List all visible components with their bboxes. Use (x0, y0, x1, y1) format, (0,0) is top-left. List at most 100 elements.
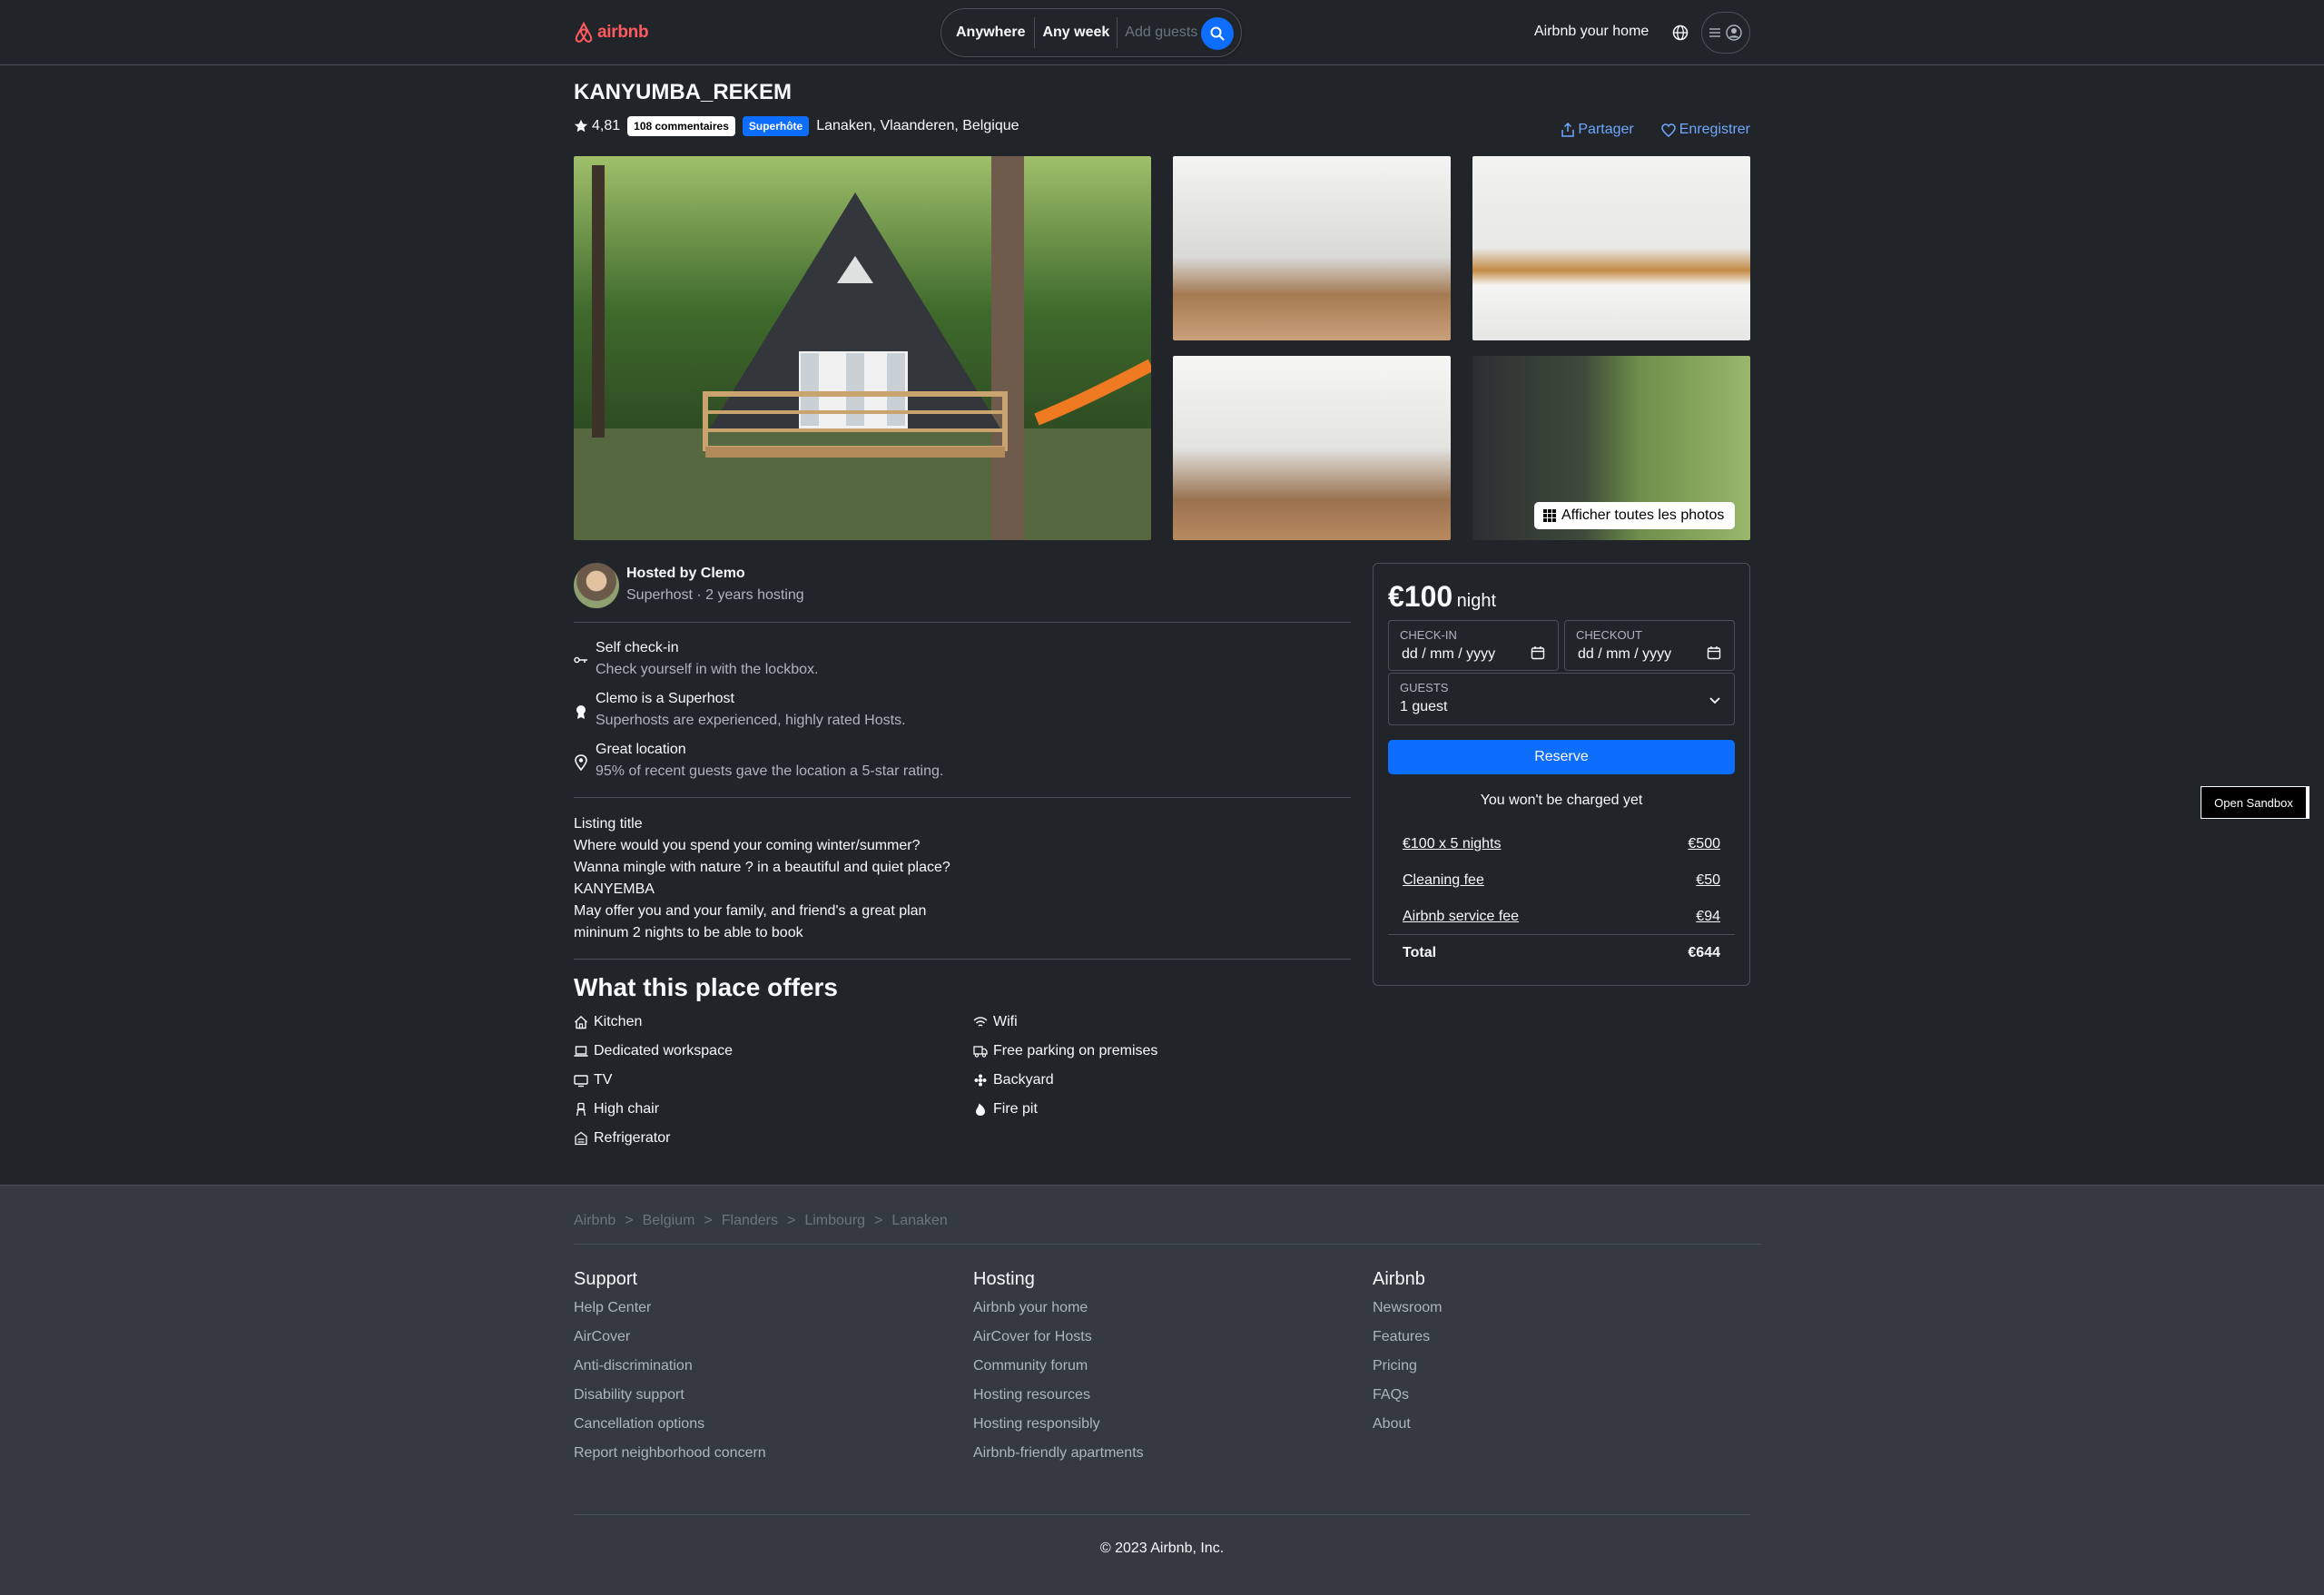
divider (574, 1514, 1750, 1515)
search-any-week[interactable]: Any week (1035, 17, 1117, 48)
amenity-fire-pit: Fire pit (973, 1101, 1038, 1117)
search-anywhere[interactable]: Anywhere (956, 17, 1034, 48)
footer-link[interactable]: Hosting resources (973, 1387, 1090, 1403)
dining-room-photo[interactable] (1173, 356, 1451, 540)
save-label: Enregistrer (1679, 122, 1750, 137)
show-all-photos-button[interactable]: Afficher toutes les photos (1534, 502, 1736, 529)
share-button[interactable]: Partager (1561, 122, 1634, 138)
grid-icon (1543, 509, 1556, 522)
description-line: May offer you and your family, and frien… (574, 903, 927, 919)
checkout-field[interactable]: CHECKOUT dd / mm / yyyy (1564, 620, 1735, 671)
footer-link[interactable]: Pricing (1373, 1358, 1417, 1374)
listing-actions: Partager Enregistrer (1561, 122, 1750, 138)
footer-link[interactable]: Hosting responsibly (973, 1416, 1100, 1433)
calendar-icon[interactable] (1707, 645, 1721, 660)
footer-link[interactable]: Features (1373, 1329, 1430, 1345)
globe-icon[interactable] (1672, 25, 1689, 41)
save-button[interactable]: Enregistrer (1660, 122, 1750, 138)
amenity-parking: Free parking on premises (973, 1043, 1157, 1059)
host-avatar[interactable] (574, 563, 619, 608)
breadcrumb-separator: > (704, 1213, 713, 1228)
listing-meta: 4,81 108 commentaires Superhôte Lanaken,… (574, 116, 1019, 136)
footer-link[interactable]: Airbnb-friendly apartments (973, 1445, 1144, 1462)
footer-link[interactable]: AirCover (574, 1329, 630, 1345)
search-add-guests[interactable]: Add guests (1118, 17, 1205, 48)
living-room-photo[interactable] (1173, 156, 1451, 340)
main-photo[interactable] (574, 156, 1151, 540)
description-line: mininum 2 nights to be able to book (574, 925, 803, 940)
logo-text: airbnb (597, 23, 649, 42)
open-sandbox-button[interactable]: Open Sandbox (2201, 786, 2309, 819)
checkin-field[interactable]: CHECK-IN dd / mm / yyyy (1388, 620, 1559, 671)
breadcrumb-separator: > (625, 1213, 634, 1228)
rating: 4,81 (574, 118, 620, 134)
checkin-input[interactable]: dd / mm / yyyy (1402, 646, 1495, 663)
amenity-refrigerator: Refrigerator (574, 1130, 670, 1147)
search-bar[interactable]: Anywhere Any week Add guests (940, 8, 1242, 57)
rating-value: 4,81 (592, 118, 621, 133)
user-menu-button[interactable] (1701, 12, 1750, 54)
airbnb-your-home-link[interactable]: Airbnb your home (1534, 24, 1649, 40)
highlight-subtitle: Check yourself in with the lockbox. (596, 662, 819, 677)
line-label[interactable]: €100 x 5 nights (1403, 836, 1502, 852)
amenity-label: High chair (594, 1101, 660, 1117)
breadcrumb-item[interactable]: Lanaken (891, 1213, 947, 1229)
amenity-label: Free parking on premises (993, 1043, 1158, 1058)
breadcrumb-item[interactable]: Flanders (722, 1213, 778, 1229)
price-line-cleaning: Cleaning fee €50 (1403, 872, 1720, 889)
amenity-tv: TV (574, 1072, 612, 1088)
footer-link[interactable]: About (1373, 1416, 1411, 1433)
calendar-icon[interactable] (1531, 645, 1545, 660)
description-line: Where would you spend your coming winter… (574, 838, 921, 853)
amenity-label: Wifi (993, 1014, 1018, 1029)
footer-link[interactable]: Anti-discrimination (574, 1358, 693, 1374)
footer-link[interactable]: Airbnb your home (973, 1300, 1088, 1316)
breadcrumb-item[interactable]: Airbnb (574, 1213, 615, 1229)
description-line: KANYEMBA (574, 881, 655, 897)
footer-link[interactable]: FAQs (1373, 1387, 1409, 1403)
footer-link[interactable]: Disability support (574, 1387, 684, 1403)
line-label[interactable]: Cleaning fee (1403, 872, 1484, 889)
footer-link[interactable]: Report neighborhood concern (574, 1445, 766, 1462)
footer-link[interactable]: Cancellation options (574, 1416, 704, 1433)
superhost-badge: Superhôte (742, 116, 810, 136)
breadcrumb-item[interactable]: Limbourg (804, 1213, 865, 1229)
amenity-wifi: Wifi (973, 1014, 1018, 1030)
breadcrumb-item[interactable]: Belgium (643, 1213, 695, 1229)
heart-icon (1660, 123, 1676, 137)
location-pin-icon (575, 754, 587, 771)
reviews-badge[interactable]: 108 commentaires (627, 116, 735, 136)
key-icon (574, 656, 587, 664)
price-line-nights: €100 x 5 nights €500 (1403, 836, 1720, 852)
highlight-title: Great location (596, 742, 686, 757)
no-charge-note: You won't be charged yet (1480, 793, 1643, 808)
footer: Airbnb > Belgium > Flanders > Limbourg >… (0, 1185, 2324, 1595)
backyard-icon (974, 1074, 987, 1087)
amenity-label: Refrigerator (594, 1130, 671, 1146)
breadcrumb: Airbnb > Belgium > Flanders > Limbourg >… (574, 1213, 948, 1229)
search-button[interactable] (1201, 17, 1234, 50)
amenity-workspace: Dedicated workspace (574, 1043, 733, 1059)
footer-link[interactable]: AirCover for Hosts (973, 1329, 1092, 1345)
reserve-button[interactable]: Reserve (1388, 740, 1735, 774)
checkout-input[interactable]: dd / mm / yyyy (1578, 646, 1671, 663)
highlight-title: Self check-in (596, 640, 679, 655)
total-amount: €644 (1688, 945, 1720, 960)
kitchen-photo[interactable] (1472, 156, 1750, 340)
airbnb-logo-icon (575, 22, 593, 43)
footer-link[interactable]: Help Center (574, 1300, 651, 1316)
amenity-kitchen: Kitchen (574, 1014, 642, 1030)
star-icon (574, 119, 588, 133)
medal-icon (576, 705, 586, 719)
footer-link[interactable]: Community forum (973, 1358, 1088, 1374)
share-label: Partager (1578, 122, 1634, 137)
line-label[interactable]: Airbnb service fee (1403, 909, 1519, 925)
guests-select[interactable]: GUESTS 1 guest (1388, 673, 1735, 725)
divider (574, 1244, 1761, 1245)
footer-link[interactable]: Newsroom (1373, 1300, 1442, 1316)
listing-location[interactable]: Lanaken, Vlaanderen, Belgique (816, 118, 1019, 134)
host-subtitle: Superhost · 2 years hosting (626, 587, 804, 603)
airbnb-logo[interactable]: airbnb (574, 20, 649, 45)
guests-value: 1 guest (1400, 699, 1448, 714)
copyright: © 2023 Airbnb, Inc. (1099, 1541, 1225, 1556)
